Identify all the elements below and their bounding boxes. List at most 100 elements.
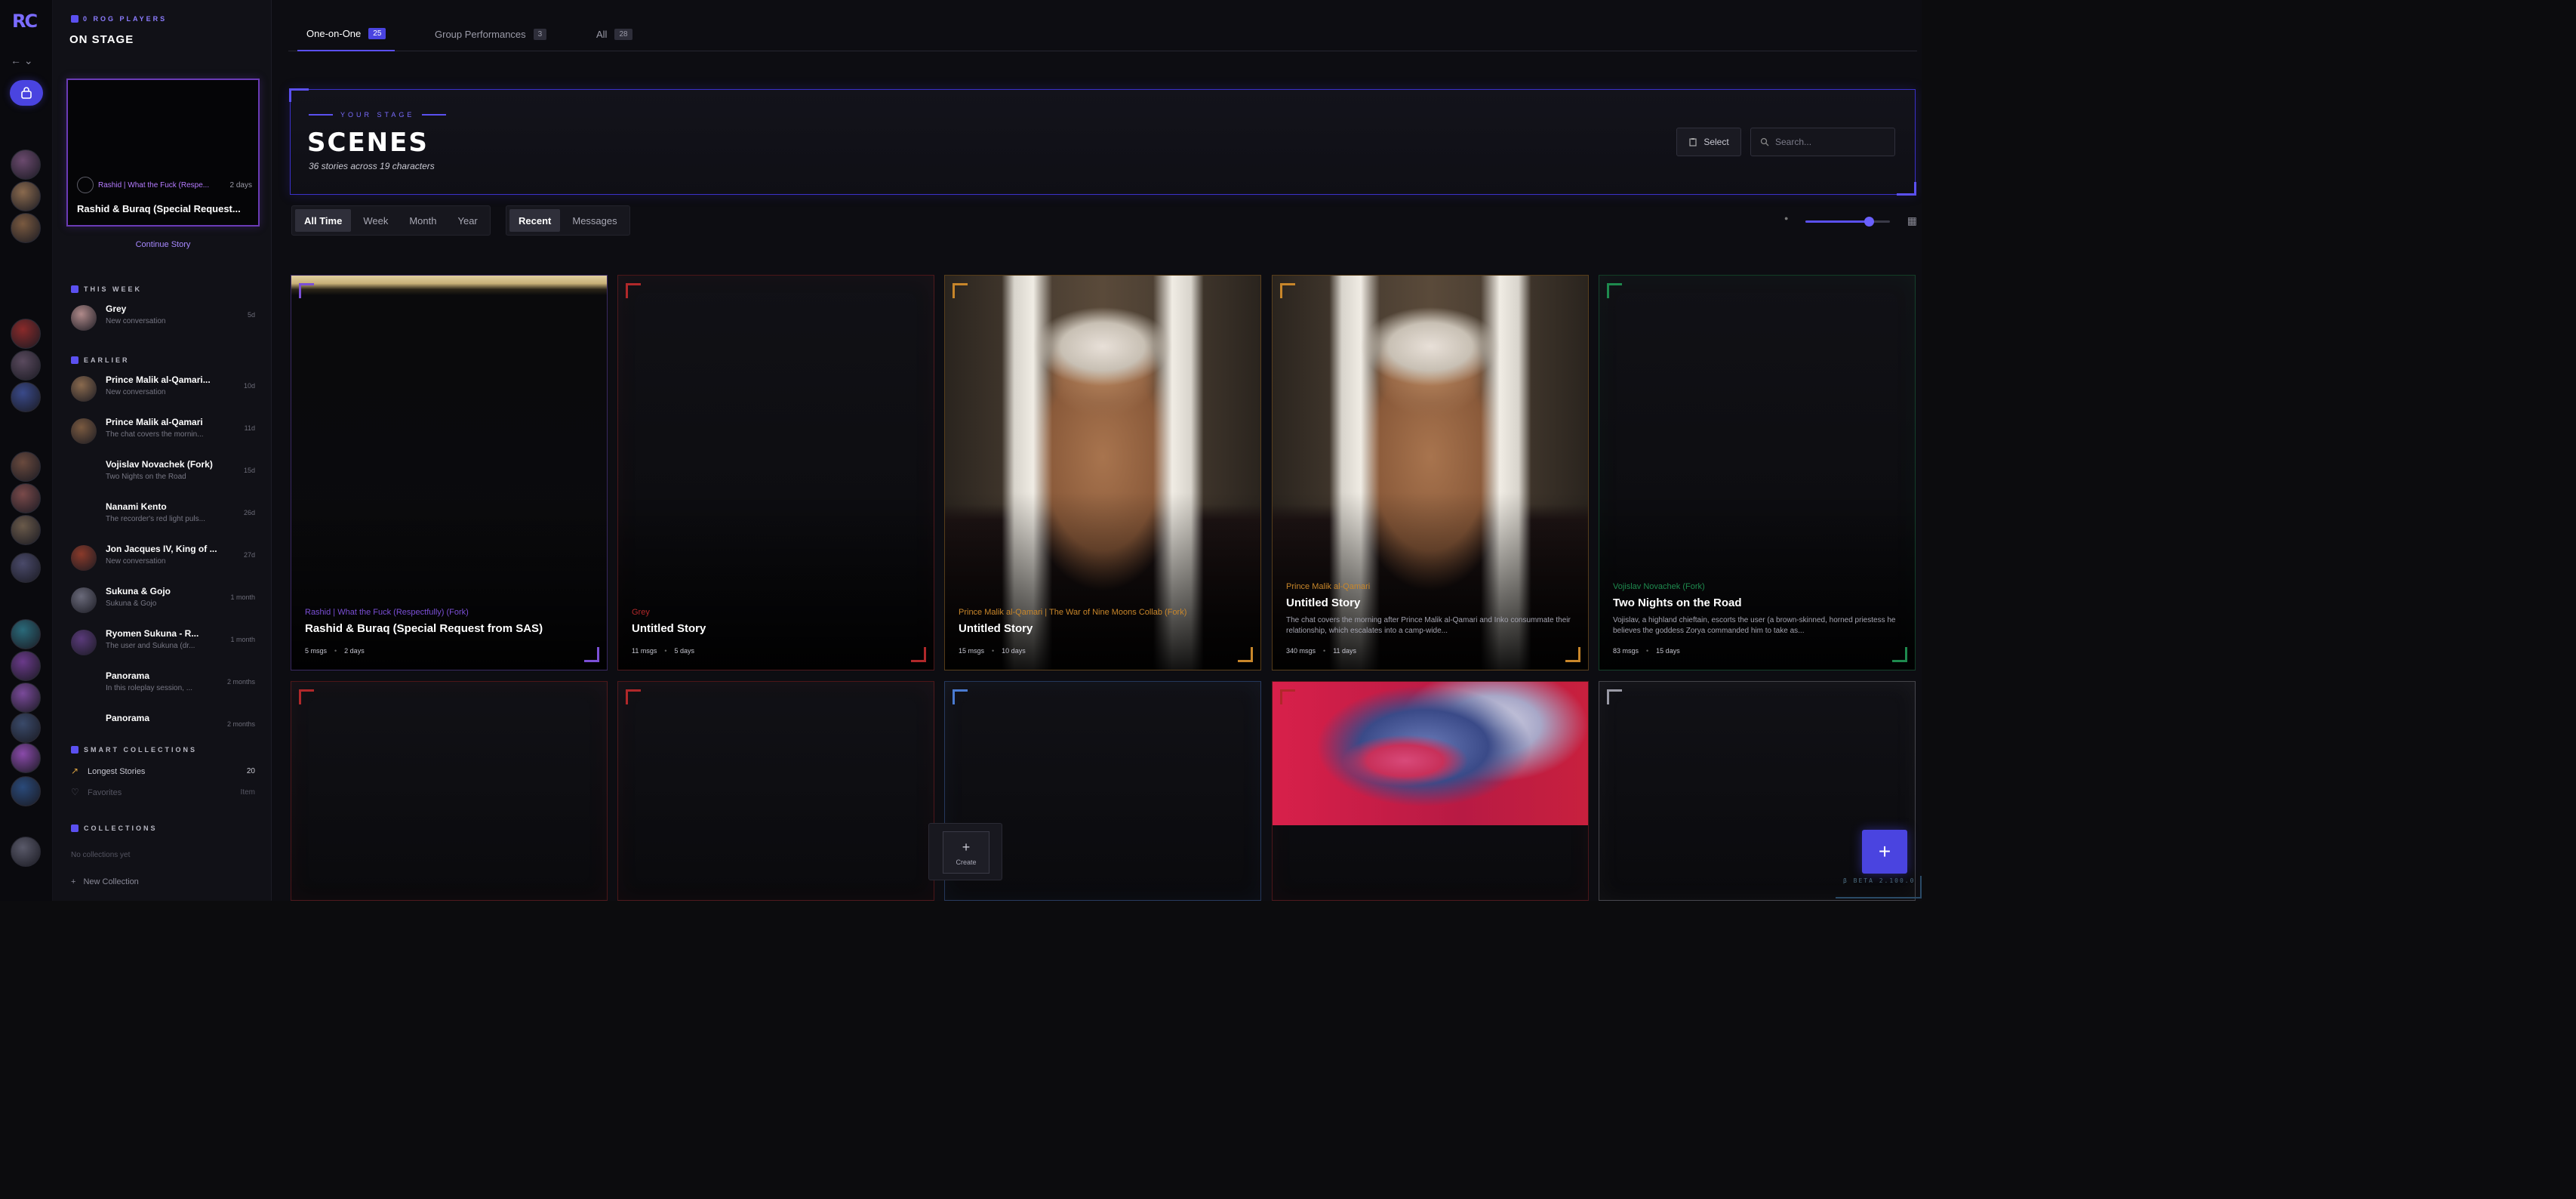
card-character: Prince Malik al-Qamari [1286,582,1371,591]
zoom-fill [1805,220,1869,223]
icon-rail: RC ← ⌄ [0,0,53,901]
corner-bracket [289,88,309,102]
rail-avatar[interactable] [11,776,41,806]
filter-recent[interactable]: Recent [509,209,561,232]
new-collection-button[interactable]: + New Collection [71,877,139,886]
rail-avatar[interactable] [11,515,41,545]
conversation-item[interactable]: Jon Jacques IV, King of ... New conversat… [71,539,260,575]
conversation-item[interactable]: Prince Malik al-Qamari... New conversatio… [71,370,260,406]
corner-bracket [1897,182,1916,196]
anime-character-image [1273,682,1588,825]
story-card[interactable]: Prince Malik al-Qamari Untitled Story The … [1272,275,1589,670]
corner-bracket [626,283,641,298]
message-count: 11 msgs [632,647,657,655]
rail-avatar[interactable] [11,619,41,649]
conversation-item[interactable]: Ryomen Sukuna - R... The user and Sukuna … [71,624,260,660]
separator: • [1323,647,1326,655]
story-card[interactable]: Vojislav Novachek (Fork) Two Nights on th… [1599,275,1916,670]
story-card[interactable] [291,681,608,901]
on-stage-card[interactable]: Rashid | What the Fuck (Respe... 2 days … [66,79,260,227]
tab-all[interactable]: All 28 [596,17,632,51]
rail-avatar[interactable] [11,651,41,681]
rail-avatar[interactable] [11,149,41,180]
conversation-item[interactable]: Vojislav Novachek (Fork) Two Nights on th… [71,455,260,491]
conversation-item[interactable]: Nanami Kento The recorder's red light pul… [71,497,260,533]
conversation-age: 10d [243,382,255,390]
zoom-handle[interactable] [1864,217,1874,227]
filter-month[interactable]: Month [400,209,445,232]
card-description: Vojislav, a highland chieftain, escorts … [1613,616,1896,635]
card-meta: 83 msgs • 15 days [1613,647,1680,655]
app-logo[interactable]: RC [12,11,42,35]
corner-bracket [1565,647,1580,662]
tab-group-performances[interactable]: Group Performances 3 [435,17,547,51]
new-collection-label: New Collection [83,877,139,886]
zoom-slider[interactable]: ● ▦ [1784,213,1917,230]
rail-avatar[interactable] [11,837,41,867]
conversation-item[interactable]: Sukuna & Gojo Sukuna & Gojo 1 month [71,581,260,618]
avatar [71,418,97,444]
card-character: Grey [632,608,650,617]
story-card[interactable] [617,681,934,901]
filter-year[interactable]: Year [448,209,486,232]
avatar [77,177,94,193]
divider [422,114,447,116]
smart-collections-heading: SMART COLLECTIONS [71,746,197,754]
rail-avatar[interactable] [11,483,41,513]
filter-messages[interactable]: Messages [563,209,626,232]
story-card[interactable]: Rashid | What the Fuck (Respectfully) (F… [291,275,608,670]
conversation-item[interactable]: Grey New conversation 5d [71,299,260,335]
stage-home-button[interactable] [10,80,43,106]
rail-avatar[interactable] [11,181,41,211]
select-label: Select [1703,137,1729,147]
story-card[interactable] [1272,681,1589,901]
corner-bracket [1238,647,1253,662]
rail-avatar[interactable] [11,382,41,412]
card-character: Rashid | What the Fuck (Respectfully) (F… [305,608,469,617]
zoom-track[interactable] [1805,217,1890,227]
story-card[interactable]: Prince Malik al-Qamari | The War of Nine… [944,275,1261,670]
card-shade [291,492,607,670]
conversation-item[interactable]: Panorama 2 months [71,708,260,744]
tab-label: Group Performances [435,28,526,40]
select-button[interactable]: Select [1676,128,1741,156]
square-icon [71,825,78,832]
filter-week[interactable]: Week [354,209,397,232]
search-icon [1760,137,1769,146]
rail-avatar[interactable] [11,743,41,773]
corner-bracket [1892,647,1907,662]
rail-avatar[interactable] [11,452,41,482]
smart-collection-item[interactable]: ♡ Favorites Item [71,785,260,802]
message-count: 15 msgs [959,647,985,655]
rail-avatar[interactable] [11,713,41,743]
separator: • [992,647,995,655]
corner-bracket [584,647,599,662]
avatar [71,376,97,402]
rail-avatar[interactable] [11,350,41,381]
create-button[interactable]: + Create [943,831,989,874]
corner-bracket [953,283,968,298]
conversation-age: 1 month [230,636,255,643]
search-input[interactable] [1775,137,1888,147]
story-card[interactable]: Grey Untitled Story 11 msgs • 5 days [617,275,934,670]
card-title: Untitled Story [959,622,1033,635]
message-count: 340 msgs [1286,647,1316,655]
rail-avatar[interactable] [11,213,41,243]
new-story-fab[interactable]: + [1862,830,1907,874]
rail-avatar[interactable] [11,683,41,713]
conversation-item[interactable]: Panorama In this roleplay session, ... 2 m… [71,666,260,702]
rail-avatar[interactable] [11,319,41,349]
version-badge: β BETA 2.100.0 [1836,876,1922,898]
grid-view-icon[interactable]: ▦ [1907,214,1917,227]
conversation-preview: The chat covers the mornin... [106,430,204,439]
filter-all-time[interactable]: All Time [295,209,352,232]
back-forward-icon[interactable]: ← ⌄ [11,54,44,71]
card-shade [1273,492,1588,670]
rail-avatar[interactable] [11,553,41,583]
zoom-out-icon[interactable]: ● [1784,214,1788,222]
smart-collection-item[interactable]: ↗ Longest Stories 20 [71,764,260,781]
conversation-item[interactable]: Prince Malik al-Qamari The chat covers th… [71,412,260,448]
tab-one-on-one[interactable]: One-on-One 25 [297,17,395,51]
card-description: The chat covers the morning after Prince… [1286,616,1571,635]
continue-story-link[interactable]: Continue Story [66,240,260,249]
